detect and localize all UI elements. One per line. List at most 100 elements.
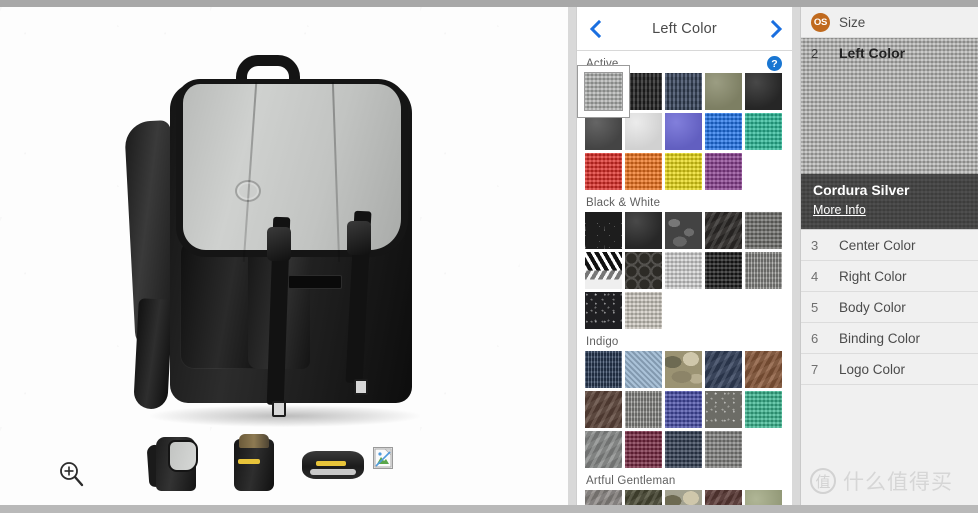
sidebar-item-step-4[interactable]: 4 Right Color: [801, 261, 978, 292]
color-swatch[interactable]: [585, 212, 622, 249]
color-swatch[interactable]: [745, 113, 782, 150]
thumbnail-laptop-view[interactable]: [296, 435, 370, 497]
color-swatch[interactable]: [745, 73, 782, 110]
thumb-flat-shape: [302, 451, 364, 479]
color-swatch[interactable]: [665, 212, 702, 249]
step-number: 4: [811, 268, 819, 284]
color-swatch[interactable]: [625, 153, 662, 190]
color-swatch[interactable]: [625, 212, 662, 249]
step-number: 3: [811, 237, 819, 253]
color-swatch[interactable]: [625, 431, 662, 468]
color-picker-panel: Left Color ? Active Black & White Indigo Ar…: [576, 7, 792, 505]
color-swatch[interactable]: [665, 431, 702, 468]
color-picker-header: Left Color: [577, 7, 792, 51]
color-swatch[interactable]: [625, 391, 662, 428]
color-swatch-selected[interactable]: [584, 72, 623, 111]
flap-seam-right: [331, 82, 341, 262]
thumbnail-open-view[interactable]: [218, 434, 292, 497]
color-swatch[interactable]: [745, 212, 782, 249]
color-swatch-grid: [585, 212, 787, 329]
sidebar-item-label-size: Size: [839, 14, 866, 30]
color-swatch[interactable]: [665, 351, 702, 388]
buckle-left: [267, 227, 291, 261]
color-swatch[interactable]: [585, 351, 622, 388]
color-swatch[interactable]: [625, 490, 662, 505]
step-label: Logo Color: [839, 361, 906, 377]
color-swatch[interactable]: [665, 490, 702, 505]
color-swatch[interactable]: [705, 113, 742, 150]
color-swatch[interactable]: [705, 431, 742, 468]
thumb-bag-shape: [156, 437, 198, 491]
sidebar-item-step-6[interactable]: 6 Binding Color: [801, 323, 978, 354]
shoulder-strap-lower: [133, 298, 173, 410]
color-swatch[interactable]: [665, 391, 702, 428]
color-swatch[interactable]: [705, 490, 742, 505]
more-info-link[interactable]: More Info: [813, 203, 866, 217]
step-label: Center Color: [839, 237, 916, 253]
zoom-in-button[interactable]: [56, 459, 86, 489]
color-swatch[interactable]: [745, 252, 782, 289]
magnifier-plus-icon: [60, 462, 84, 487]
color-swatch[interactable]: [665, 153, 702, 190]
bag-label-patch: [288, 275, 342, 289]
active-step-header: 2 Left Color: [801, 38, 978, 68]
color-swatch[interactable]: [705, 212, 742, 249]
color-swatch[interactable]: [585, 391, 622, 428]
active-step-number: 2: [811, 45, 819, 61]
color-group-label: Indigo: [586, 336, 619, 348]
color-swatch[interactable]: [585, 490, 622, 505]
color-group: Artful Gentleman: [577, 468, 792, 505]
top-chrome-bar: [0, 0, 978, 7]
color-swatch[interactable]: [585, 252, 622, 289]
color-group: Active: [577, 51, 792, 190]
color-swatch[interactable]: [585, 292, 622, 329]
broken-image-placeholder[interactable]: [373, 447, 393, 469]
color-group: Indigo: [577, 329, 792, 468]
thumbnail-strip: [140, 434, 440, 497]
color-swatch[interactable]: [665, 113, 702, 150]
color-swatch[interactable]: [705, 351, 742, 388]
color-swatch[interactable]: [705, 153, 742, 190]
color-swatch[interactable]: [625, 73, 662, 110]
color-swatch[interactable]: [745, 351, 782, 388]
sidebar-item-step-5[interactable]: 5 Body Color: [801, 292, 978, 323]
color-swatch[interactable]: [705, 391, 742, 428]
step-number: 7: [811, 361, 819, 377]
color-swatch[interactable]: [705, 73, 742, 110]
chevron-right-icon: [770, 19, 782, 39]
color-swatch[interactable]: [625, 292, 662, 329]
color-swatch[interactable]: [625, 351, 662, 388]
brand-logo-icon: [235, 180, 261, 202]
color-swatch[interactable]: [745, 391, 782, 428]
selected-color-name: Cordura Silver: [813, 182, 910, 198]
color-swatch[interactable]: [585, 431, 622, 468]
color-swatch[interactable]: [705, 252, 742, 289]
color-group-label: Black & White: [586, 197, 661, 209]
color-swatch[interactable]: [665, 73, 702, 110]
sidebar-item-size[interactable]: OS Size: [801, 7, 978, 38]
color-swatch[interactable]: [625, 113, 662, 150]
previous-step-button[interactable]: [583, 17, 607, 41]
steps-sidebar: OS Size 2 Left Color Cordura Silver More…: [800, 7, 978, 505]
sidebar-item-step-7[interactable]: 7 Logo Color: [801, 354, 978, 385]
strap-tip-left: [272, 401, 286, 417]
sidebar-item-step-3[interactable]: 3 Center Color: [801, 230, 978, 261]
sidebar-item-left-color-active[interactable]: 2 Left Color Cordura Silver More Info: [801, 38, 978, 230]
buckle-right: [347, 221, 371, 255]
bottom-chrome-bar: [0, 505, 978, 513]
color-swatch[interactable]: [585, 113, 622, 150]
bag-flap: [176, 79, 408, 262]
color-swatch[interactable]: [625, 252, 662, 289]
flap-seam-left: [242, 82, 258, 262]
next-step-button[interactable]: [764, 17, 788, 41]
step-label: Body Color: [839, 299, 906, 315]
strap-tip-right: [354, 379, 368, 395]
color-swatch[interactable]: [665, 252, 702, 289]
selected-color-info: Cordura Silver More Info: [801, 174, 978, 229]
step-label: Right Color: [839, 268, 907, 284]
color-swatch[interactable]: [745, 490, 782, 505]
customizer-app: Left Color ? Active Black & White Indigo Ar…: [0, 0, 978, 513]
color-swatch[interactable]: [585, 153, 622, 190]
thumbnail-front-view[interactable]: [140, 435, 214, 497]
color-picker-scroll-area[interactable]: ? Active Black & White Indigo Artful Gentle…: [577, 51, 792, 505]
